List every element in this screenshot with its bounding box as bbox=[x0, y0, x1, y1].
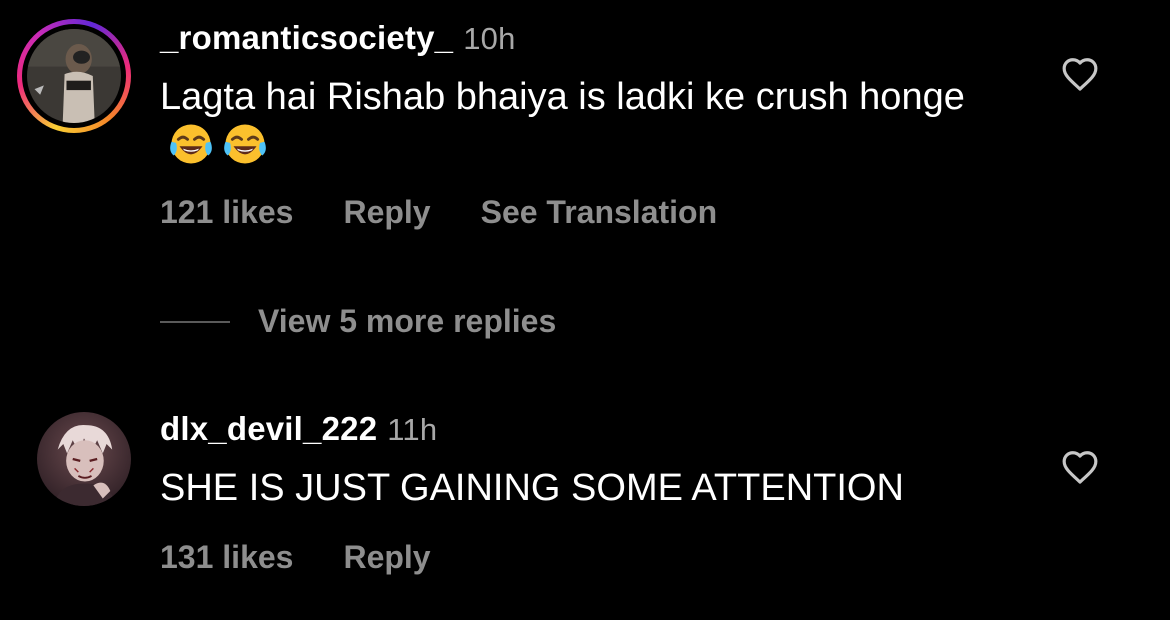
avatar-image bbox=[27, 29, 121, 123]
comment-actions: 121 likes Reply See Translation bbox=[160, 194, 717, 231]
comment-username[interactable]: _romanticsociety_ bbox=[160, 19, 453, 56]
heart-outline-icon[interactable] bbox=[1061, 56, 1099, 92]
face-with-tears-of-joy-icon bbox=[222, 121, 268, 167]
reply-button[interactable]: Reply bbox=[343, 539, 430, 576]
comment-text: Lagta hai Rishab bhaiya is ladki ke crus… bbox=[160, 76, 965, 118]
comment: _romanticsociety_ 10h Lagta hai Rishab bh… bbox=[0, 0, 1170, 260]
likes-count[interactable]: 131 likes bbox=[160, 539, 293, 576]
comment-actions: 131 likes Reply bbox=[160, 539, 431, 576]
comment-text: SHE IS JUST GAINING SOME ATTENTION bbox=[160, 467, 904, 509]
avatar[interactable] bbox=[37, 412, 131, 506]
face-with-tears-of-joy-icon bbox=[168, 121, 214, 167]
comment-timestamp: 10h bbox=[463, 21, 516, 56]
avatar bbox=[27, 29, 121, 123]
view-more-replies-label: View 5 more replies bbox=[258, 303, 557, 339]
see-translation-button[interactable]: See Translation bbox=[481, 194, 718, 231]
replies-divider bbox=[160, 320, 230, 323]
likes-count[interactable]: 121 likes bbox=[160, 194, 293, 231]
heart-outline-icon[interactable] bbox=[1061, 449, 1099, 485]
comment-timestamp: 11h bbox=[387, 412, 438, 447]
comment-username[interactable]: dlx_devil_222 bbox=[160, 410, 377, 447]
avatar-story-ring[interactable] bbox=[17, 19, 131, 133]
view-more-replies-button[interactable]: View 5 more replies bbox=[160, 303, 556, 340]
reply-button[interactable]: Reply bbox=[343, 194, 430, 231]
avatar-image bbox=[37, 412, 131, 506]
